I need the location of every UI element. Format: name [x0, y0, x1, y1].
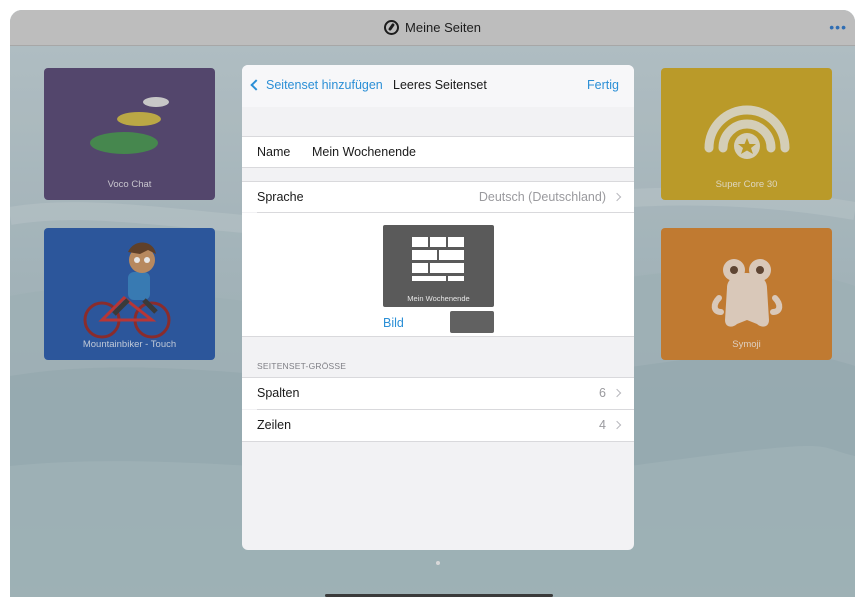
more-options-icon[interactable]: •••: [829, 19, 847, 35]
divider: [242, 336, 634, 337]
language-label: Sprache: [257, 190, 304, 204]
chevron-left-icon: [250, 79, 262, 91]
chevron-right-icon: [612, 388, 622, 398]
divider: [242, 167, 634, 168]
columns-row[interactable]: Spalten 6: [242, 378, 634, 409]
ipad-screen: Voco Chat Mountainbiker - Touch Super Co…: [10, 10, 855, 597]
rows-value: 4: [599, 418, 622, 432]
language-value-text: Deutsch (Deutschland): [478, 190, 606, 204]
image-link[interactable]: Bild: [383, 316, 404, 330]
pageset-preview-image[interactable]: Mein Wochenende: [383, 225, 494, 307]
language-value: Deutsch (Deutschland): [478, 190, 622, 204]
rows-label: Zeilen: [257, 418, 292, 432]
rows-row[interactable]: Zeilen 4: [242, 410, 634, 441]
columns-label: Spalten: [257, 386, 300, 400]
compass-icon: [384, 20, 400, 35]
chevron-right-icon: [612, 192, 622, 202]
page-title-label: Meine Seiten: [405, 20, 481, 35]
name-field[interactable]: Mein Wochenende: [312, 145, 416, 159]
back-button-label: Seitenset hinzufügen: [266, 78, 383, 92]
divider: [242, 441, 634, 442]
dialog-title: Leeres Seitenset: [393, 78, 487, 92]
columns-value: 6: [599, 386, 622, 400]
done-button[interactable]: Fertig: [587, 78, 619, 92]
grid-icon: [412, 237, 464, 281]
name-row[interactable]: Name Mein Wochenende: [242, 137, 634, 167]
back-button[interactable]: Seitenset hinzufügen: [250, 78, 383, 92]
rows-value-text: 4: [599, 418, 606, 432]
top-navigation-bar: Meine Seiten •••: [10, 10, 855, 46]
page-indicator-dot: [436, 561, 440, 565]
section-header-size: SEITENSET-GRÖSSE: [257, 361, 347, 371]
columns-value-text: 6: [599, 386, 606, 400]
dialog-navigation-bar: Seitenset hinzufügen Leeres Seitenset Fe…: [242, 65, 634, 107]
chevron-right-icon: [612, 420, 622, 430]
add-pageset-dialog: Seitenset hinzufügen Leeres Seitenset Fe…: [242, 65, 634, 550]
color-swatch[interactable]: [450, 311, 494, 333]
language-row[interactable]: Sprache Deutsch (Deutschland): [242, 182, 634, 212]
name-label: Name: [257, 145, 291, 159]
page-title: Meine Seiten: [384, 20, 481, 35]
preview-caption: Mein Wochenende: [407, 294, 470, 303]
